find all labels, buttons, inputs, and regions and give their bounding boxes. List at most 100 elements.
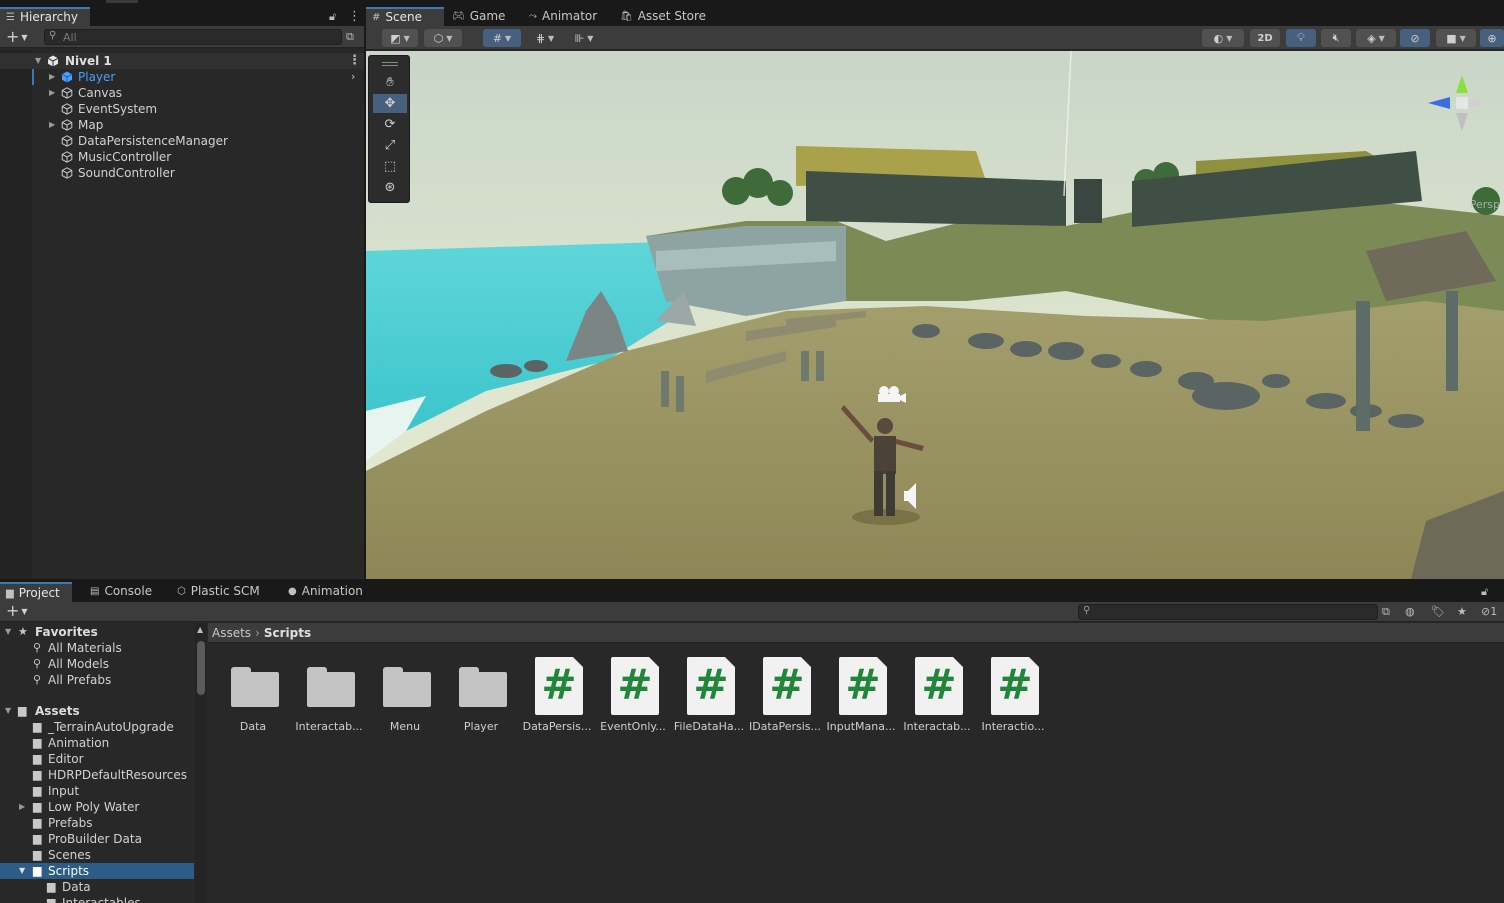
gameobject-cube-icon bbox=[61, 119, 73, 131]
hierarchy-item-label: DataPersistenceManager bbox=[78, 134, 228, 148]
scene-row[interactable]: ▼ Nivel 1 ⋮ bbox=[0, 53, 364, 69]
expand-arrow-icon[interactable]: ▼ bbox=[35, 53, 41, 69]
folder-scenes[interactable]: ▆ Scenes bbox=[0, 847, 194, 863]
expand-arrow-icon[interactable]: ▶ bbox=[49, 69, 55, 85]
filter-type-icon[interactable]: ◍ bbox=[1405, 605, 1415, 618]
expand-arrow-icon[interactable]: ▼ bbox=[5, 703, 11, 719]
move-tool-icon[interactable]: ✥ bbox=[373, 94, 407, 113]
hierarchy-item-eventsystem[interactable]: EventSystem bbox=[0, 101, 364, 117]
tab-plastic-scm[interactable]: ⬡ Plastic SCM bbox=[171, 582, 260, 601]
hidden-packages-icon[interactable]: ⊘1 bbox=[1481, 605, 1497, 618]
tab-animator[interactable]: ⤳ Animator bbox=[523, 7, 597, 26]
transform-tool-icon[interactable]: ⊛ bbox=[373, 178, 407, 197]
hierarchy-item-map[interactable]: ▶ Map bbox=[0, 117, 364, 133]
tab-game[interactable]: 🎮︎ Game bbox=[446, 7, 505, 26]
hierarchy-item-soundcontroller[interactable]: SoundController bbox=[0, 165, 364, 181]
scroll-thumb[interactable] bbox=[197, 641, 205, 695]
folder-hdrpdefaultresources[interactable]: ▆ HDRPDefaultResources bbox=[0, 767, 194, 783]
hierarchy-item-datapersistencemanager[interactable]: DataPersistenceManager bbox=[0, 133, 364, 149]
grid-snap-button[interactable]: # ▼ bbox=[483, 29, 521, 47]
scene-viewport[interactable]: Persp bbox=[366, 51, 1504, 579]
subfolder-data[interactable]: ▆ Data bbox=[0, 879, 194, 895]
grid-visibility-button[interactable]: ⊪ ▼ bbox=[566, 29, 602, 47]
tab-hierarchy[interactable]: ☰ Hierarchy bbox=[0, 7, 90, 26]
hierarchy-item-canvas[interactable]: ▶ Canvas bbox=[0, 85, 364, 101]
hierarchy-item-label: EventSystem bbox=[78, 102, 158, 116]
folder-low-poly-water[interactable]: ▶ ▆ Low Poly Water bbox=[0, 799, 194, 815]
lighting-toggle-button[interactable]: 💡︎ bbox=[1286, 29, 1316, 47]
favorites-header[interactable]: ▼ ★ Favorites bbox=[0, 624, 194, 640]
lock-icon[interactable]: 🔓︎ bbox=[1481, 585, 1488, 599]
folder-prefabs[interactable]: ▆ Prefabs bbox=[0, 815, 194, 831]
tab-scene[interactable]: # Scene bbox=[366, 7, 444, 26]
shading-button[interactable]: ◐ ▼ bbox=[1202, 29, 1244, 47]
asset-folder-interactables[interactable]: Interactab... bbox=[291, 654, 367, 733]
hierarchy-item-player[interactable]: ▶ Player › bbox=[0, 69, 364, 85]
increment-snap-button[interactable]: ⋕ ▼ bbox=[528, 29, 562, 47]
drag-handle-icon[interactable] bbox=[382, 62, 398, 66]
folder-scripts[interactable]: ▼ ▆ Scripts bbox=[0, 863, 194, 879]
project-panel: ▆ Project ▤ Console ⬡ Plastic SCM ● Anim… bbox=[0, 582, 1504, 903]
scene-visibility-button[interactable]: ⊘ bbox=[1400, 29, 1430, 47]
expand-arrow-icon[interactable]: ▶ bbox=[19, 799, 25, 815]
hierarchy-search-input[interactable]: ⚲ All bbox=[44, 29, 342, 45]
folder-input[interactable]: ▆ Input bbox=[0, 783, 194, 799]
rect-tool-icon[interactable]: ⬚ bbox=[373, 157, 407, 176]
assets-header[interactable]: ▼ ▆ Assets bbox=[0, 703, 194, 719]
projection-label[interactable]: Persp bbox=[1470, 198, 1500, 211]
breadcrumb-assets[interactable]: Assets bbox=[212, 626, 251, 640]
breadcrumb-scripts[interactable]: Scripts bbox=[264, 626, 311, 640]
scene-search-icon[interactable]: ⧉ bbox=[1382, 605, 1390, 619]
folder-terrainautoupgrade[interactable]: ▆ _TerrainAutoUpgrade bbox=[0, 719, 194, 735]
asset-script-inputmanager[interactable]: # InputMana... bbox=[823, 654, 899, 733]
favorite-all-models[interactable]: ⚲ All Models bbox=[0, 656, 194, 672]
favorite-all-prefabs[interactable]: ⚲ All Prefabs bbox=[0, 672, 194, 688]
tab-animation[interactable]: ● Animation bbox=[282, 582, 363, 601]
gizmos-button[interactable]: ⊕ bbox=[1480, 29, 1504, 47]
folder-editor[interactable]: ▆ Editor bbox=[0, 751, 194, 767]
scroll-up-icon[interactable]: ▲ bbox=[197, 625, 203, 634]
rotate-tool-icon[interactable]: ⟳ bbox=[373, 115, 407, 134]
expand-arrow-icon[interactable]: ▼ bbox=[19, 863, 25, 879]
scene-search-icon[interactable]: ⧉ bbox=[346, 30, 354, 44]
folder-probuilder-data[interactable]: ▆ ProBuilder Data bbox=[0, 831, 194, 847]
asset-script-interactable[interactable]: # Interactab... bbox=[899, 654, 975, 733]
favorite-all-materials[interactable]: ⚲ All Materials bbox=[0, 640, 194, 656]
tab-console[interactable]: ▤ Console bbox=[84, 582, 152, 601]
asset-folder-data[interactable]: Data bbox=[215, 654, 291, 733]
asset-script-interaction[interactable]: # Interactio... bbox=[975, 654, 1051, 733]
asset-script-filedatahandler[interactable]: # FileDataHa... bbox=[671, 654, 747, 733]
tab-project-label: Project bbox=[18, 585, 60, 600]
subfolder-interactables[interactable]: ▆ Interactables bbox=[0, 895, 194, 903]
effects-button[interactable]: ◈ ▼ bbox=[1356, 29, 1396, 47]
expand-arrow-icon[interactable]: ▶ bbox=[49, 85, 55, 101]
project-search-input[interactable]: ⚲ bbox=[1078, 604, 1378, 620]
hierarchy-item-musiccontroller[interactable]: MusicController bbox=[0, 149, 364, 165]
create-dropdown-button[interactable]: + ▼ bbox=[6, 28, 28, 47]
draw-mode-button[interactable]: ◩ ▼ bbox=[382, 29, 418, 47]
create-asset-button[interactable]: + ▼ bbox=[6, 602, 28, 621]
tab-project[interactable]: ▆ Project bbox=[0, 582, 72, 602]
audio-toggle-button[interactable]: 🔇︎ bbox=[1321, 29, 1351, 47]
folder-animation[interactable]: ▆ Animation bbox=[0, 735, 194, 751]
expand-arrow-icon[interactable]: ▶ bbox=[49, 117, 55, 133]
tab-asset-store[interactable]: 🛍︎ Asset Store bbox=[614, 7, 706, 26]
expand-arrow-icon[interactable]: ▼ bbox=[5, 624, 11, 640]
chevron-right-icon[interactable]: › bbox=[351, 69, 355, 85]
lock-icon[interactable]: 🔓︎ bbox=[329, 10, 336, 24]
more-menu-icon[interactable]: ⋮ bbox=[348, 9, 361, 24]
asset-folder-menu[interactable]: Menu bbox=[367, 654, 443, 733]
asset-script-idatapersistence[interactable]: # IDataPersis... bbox=[747, 654, 823, 733]
asset-script-eventonly[interactable]: # EventOnly... bbox=[595, 654, 671, 733]
camera-settings-button[interactable]: ■ ▼ bbox=[1436, 29, 1476, 47]
folder-tree-scrollbar[interactable]: ▲ bbox=[195, 623, 207, 903]
hand-tool-icon[interactable]: ✋︎ bbox=[373, 73, 407, 92]
toggle-2d-button[interactable]: 2D bbox=[1250, 29, 1280, 47]
scale-tool-icon[interactable]: ⤢ bbox=[373, 136, 407, 155]
favorite-star-icon[interactable]: ★ bbox=[1457, 605, 1467, 618]
scene-menu-icon[interactable]: ⋮ bbox=[348, 53, 361, 69]
label-tag-icon[interactable]: 🏷︎ bbox=[1431, 605, 1445, 618]
asset-folder-player[interactable]: Player bbox=[443, 654, 519, 733]
render-mode-button[interactable]: ⬡ ▼ bbox=[424, 29, 462, 47]
asset-script-datapersistence[interactable]: # DataPersis... bbox=[519, 654, 595, 733]
